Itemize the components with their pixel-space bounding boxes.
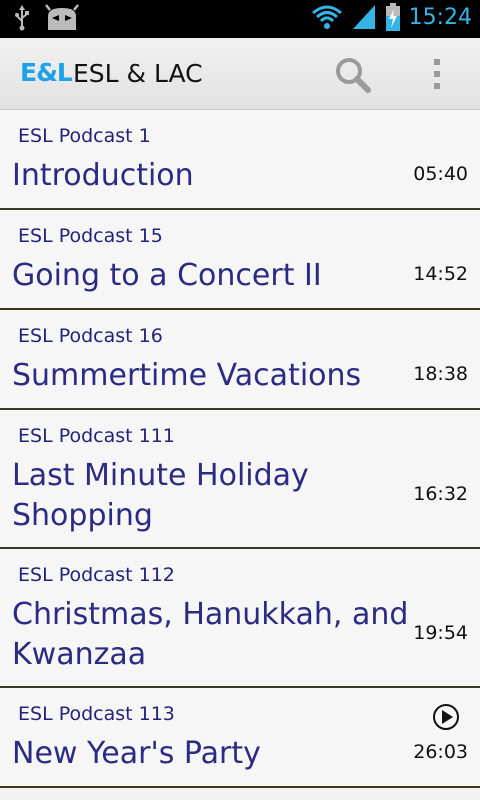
android-debug-icon (45, 4, 79, 30)
overflow-menu-button[interactable] (420, 52, 454, 96)
episode-title: Going to a Concert II (12, 258, 322, 293)
action-bar: E&L ESL & LAC (0, 38, 480, 110)
episode-title: Kwanzaa (12, 637, 147, 672)
episode-number: ESL Podcast 16 (18, 325, 163, 347)
overflow-menu-icon (434, 59, 440, 65)
episode-number: ESL Podcast 1 (18, 125, 151, 147)
episode-number: ESL Podcast 15 (18, 225, 163, 247)
play-icon[interactable] (432, 703, 460, 731)
app-logo: E&L (20, 58, 73, 87)
episode-title: Shopping (12, 498, 153, 533)
episode-title: New Year's Party (12, 736, 261, 771)
search-icon (336, 58, 371, 93)
episode-number: ESL Podcast 111 (18, 425, 175, 447)
episode-list: ESL Podcast 1 Introduction 05:40 ESL Podcas… (0, 110, 480, 788)
usb-icon (15, 5, 29, 31)
episode-row[interactable]: ESL Podcast 112 Christmas, Hanukkah, and K… (0, 549, 480, 688)
episode-title: Last Minute Holiday (12, 458, 309, 493)
episode-duration: 18:38 (413, 363, 468, 385)
episode-duration: 16:32 (413, 483, 468, 505)
search-button[interactable] (330, 54, 376, 96)
episode-duration: 26:03 (413, 741, 468, 763)
status-bar: 15:24 (0, 0, 480, 38)
episode-title: Introduction (12, 158, 194, 193)
episode-title: Summertime Vacations (12, 358, 362, 393)
signal-icon (352, 5, 375, 29)
wifi-icon (311, 5, 342, 29)
episode-row[interactable]: ESL Podcast 16 Summertime Vacations 18:38 (0, 310, 480, 410)
episode-number: ESL Podcast 112 (18, 564, 175, 586)
status-time: 15:24 (408, 4, 472, 30)
app-title: ESL & LAC (73, 59, 203, 88)
episode-title: Christmas, Hanukkah, and (12, 597, 409, 632)
episode-row[interactable]: ESL Podcast 1 Introduction 05:40 (0, 110, 480, 210)
episode-row[interactable]: ESL Podcast 113 New Year's Party 26:03 (0, 688, 480, 788)
episode-duration: 19:54 (413, 622, 468, 644)
episode-duration: 05:40 (413, 163, 468, 185)
episode-number: ESL Podcast 113 (18, 703, 175, 725)
episode-row[interactable]: ESL Podcast 111 Last Minute Holiday Shoppi… (0, 410, 480, 549)
episode-row[interactable]: ESL Podcast 15 Going to a Concert II 14:52 (0, 210, 480, 310)
battery-charging-icon (385, 3, 400, 31)
episode-duration: 14:52 (413, 263, 468, 285)
